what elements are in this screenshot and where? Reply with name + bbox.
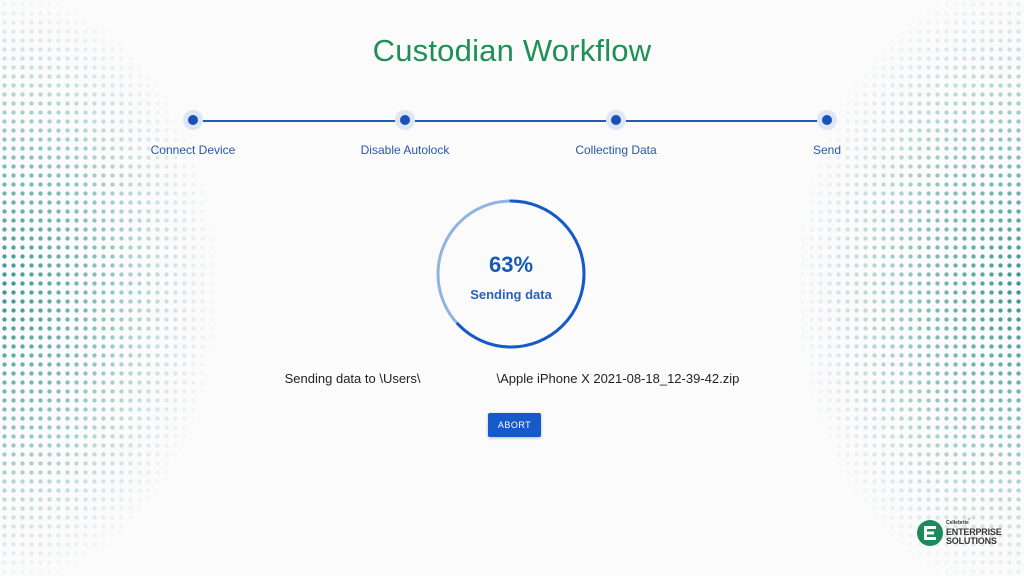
step-label: Connect Device: [150, 143, 236, 157]
progress-status: Sending data: [470, 287, 552, 302]
redacted-username: [421, 382, 497, 383]
step-label: Send: [812, 143, 842, 157]
stepper-track: [193, 120, 827, 122]
cellebrite-logo: Cellebrite * ENTERPRISE SOLUTIONS: [916, 518, 1006, 549]
step-connect-device: Connect Device: [123, 110, 263, 157]
logo-brand-small: Cellebrite: [946, 520, 969, 526]
send-destination-text: Sending data to \Users\ \Apple iPhone X 2…: [0, 371, 1024, 386]
progress-ring: 63% Sending data: [435, 198, 587, 350]
custodian-workflow-screen: Custodian Workflow Connect Device Disabl…: [0, 0, 1024, 576]
step-dot-icon: [606, 110, 626, 130]
step-dot-icon: [183, 110, 203, 130]
progress-percent: 63%: [488, 252, 534, 277]
step-label: Disable Autolock: [360, 143, 450, 157]
step-dot-icon: [395, 110, 415, 130]
abort-button[interactable]: ABORT: [488, 413, 541, 437]
workflow-stepper: Connect Device Disable Autolock Collecti…: [0, 110, 1024, 170]
cellebrite-logo-icon: [917, 520, 943, 546]
send-path-prefix: Sending data to \Users\: [284, 371, 421, 386]
halftone-pattern-right: [744, 0, 1024, 576]
halftone-pattern-left: [0, 0, 280, 576]
logo-star: *: [968, 518, 971, 524]
step-collecting-data: Collecting Data: [546, 110, 686, 157]
logo-solutions: SOLUTIONS: [946, 536, 997, 546]
send-path-suffix: \Apple iPhone X 2021-08-18_12-39-42.zip: [496, 371, 740, 386]
step-send: Send: [757, 110, 897, 157]
step-dot-icon: [817, 110, 837, 130]
page-title: Custodian Workflow: [372, 33, 652, 68]
step-label: Collecting Data: [575, 143, 657, 157]
step-disable-autolock: Disable Autolock: [335, 110, 475, 157]
